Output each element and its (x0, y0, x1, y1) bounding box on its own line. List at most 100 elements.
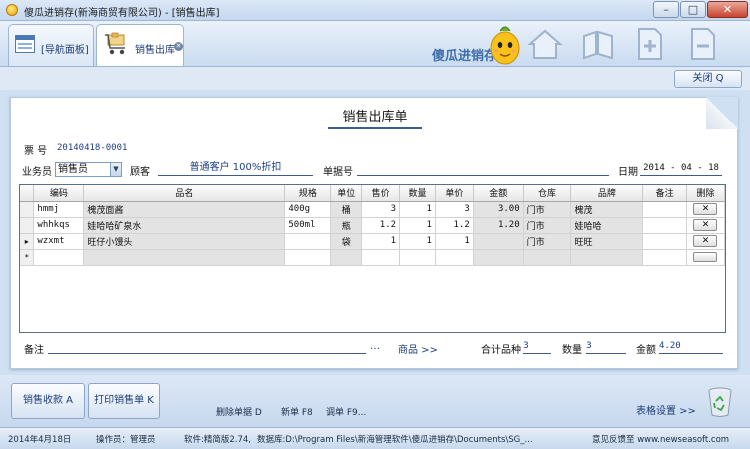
more-button[interactable]: … (370, 341, 380, 352)
tab-sales-outbound[interactable]: 销售出库 ✕ (96, 24, 184, 66)
column-header[interactable]: 单价 (435, 185, 474, 202)
cell-name: 槐茂面酱 (83, 201, 286, 218)
cell-code[interactable]: whhkqs (33, 217, 85, 234)
cell-delete: ✕ (686, 233, 725, 250)
cell-code[interactable]: hmmj (33, 201, 85, 218)
close-window-button[interactable]: ✕ (707, 1, 748, 18)
cell-delete (686, 249, 725, 266)
recycle-bin-icon[interactable] (706, 386, 734, 418)
cell-code[interactable]: wzxmt (33, 233, 85, 250)
delete-row-button[interactable]: ✕ (693, 235, 718, 247)
row-marker[interactable]: ▸ (20, 233, 35, 250)
column-header[interactable]: 备注 (642, 185, 687, 202)
cell-unit (330, 249, 363, 266)
delete-row-button[interactable]: ✕ (693, 203, 718, 215)
cell-spec: 400g (284, 201, 332, 218)
checkout-button[interactable]: 销售收款 A (11, 383, 85, 419)
cell-price[interactable]: 1 (361, 233, 401, 250)
cell-price[interactable]: 3 (361, 201, 401, 218)
table-row[interactable]: hmmj 槐茂面酱 400g 桶 3 1 3 3.00 门市 槐茂 ✕ (20, 201, 725, 218)
date-field[interactable]: 2014 - 04 - 18 (640, 161, 722, 176)
column-header[interactable]: 仓库 (523, 185, 572, 202)
remark-field[interactable] (48, 339, 366, 354)
document-number-label: 单据号 (323, 167, 353, 178)
column-header[interactable]: 金额 (473, 185, 524, 202)
remark-label: 备注 (24, 345, 44, 356)
status-database-path: 数据库:D:\Program Files\新海管理软件\傻瓜进销存\Docume… (257, 435, 533, 445)
tab-navigation-panel[interactable]: [导航面板] (8, 24, 94, 66)
delete-row-button[interactable]: ✕ (693, 219, 718, 231)
row-header-corner (20, 185, 35, 202)
table-row[interactable]: ▸ wzxmt 旺仔小馒头 袋 1 1 1 门市 旺旺 ✕ (20, 233, 725, 250)
cell-delete: ✕ (686, 217, 725, 234)
melon-mascot-logo (490, 26, 520, 65)
salesperson-select[interactable]: 销售员 ▼ (55, 162, 122, 177)
cell-unit-price[interactable]: 1.2 (435, 217, 474, 234)
table-row[interactable]: whhkqs 娃哈哈矿泉水 500ml 瓶 1.2 1 1.2 1.20 门市 … (20, 217, 725, 234)
cell-code[interactable] (33, 249, 85, 266)
bottom-toolbar: 销售收款 A 打印销售单 K 删除单据 D 新单 F8 调单 F9... 表格设… (0, 375, 750, 427)
close-form-button[interactable]: 关闭 Q (674, 70, 742, 88)
remove-page-icon[interactable] (683, 26, 723, 62)
salesperson-value: 销售员 (58, 164, 88, 175)
customer-field[interactable]: 普通客户 100%折扣 (158, 161, 313, 176)
cell-warehouse: 门市 (523, 201, 572, 218)
column-header[interactable]: 数量 (399, 185, 436, 202)
amount-total-label: 金额 (636, 345, 656, 356)
customer-label: 顾客 (130, 167, 150, 178)
add-page-icon[interactable] (630, 26, 670, 62)
document-number-field[interactable] (357, 161, 609, 176)
cell-quantity[interactable]: 1 (399, 233, 436, 250)
table-row-new[interactable]: * (20, 249, 725, 266)
delete-row-button[interactable] (693, 252, 718, 262)
status-operator: 操作员：管理员 (96, 435, 156, 445)
cell-price[interactable] (361, 249, 401, 266)
cell-quantity[interactable] (399, 249, 436, 266)
cell-unit-price[interactable]: 3 (435, 201, 474, 218)
copy-docs-icon[interactable] (578, 26, 618, 62)
cell-warehouse: 门市 (523, 217, 572, 234)
new-document-link[interactable]: 新单 F8 (281, 405, 313, 418)
shopping-cart-icon (105, 32, 125, 55)
cell-note[interactable] (642, 233, 687, 250)
table-settings-link[interactable]: 表格设置 >> (636, 402, 696, 417)
home-icon[interactable] (525, 26, 565, 62)
items-grid[interactable]: 编码 品名 规格 单位 售价 数量 单价 金额 仓库 品牌 备注 删除 hmmj… (19, 184, 726, 333)
column-header[interactable]: 售价 (361, 185, 401, 202)
column-header[interactable]: 删除 (686, 185, 725, 202)
delete-document-link[interactable]: 删除单据 D (216, 405, 262, 418)
row-marker[interactable]: * (20, 249, 35, 266)
print-sales-slip-button[interactable]: 打印销售单 K (88, 383, 160, 419)
cell-note[interactable] (642, 217, 687, 234)
column-header[interactable]: 品名 (83, 185, 286, 202)
column-header[interactable]: 编码 (33, 185, 85, 202)
cell-note[interactable] (642, 249, 687, 266)
minimize-button[interactable]: – (653, 1, 679, 18)
maximize-button[interactable]: □ (680, 1, 706, 18)
items-table: 编码 品名 规格 单位 售价 数量 单价 金额 仓库 品牌 备注 删除 hmmj… (20, 185, 725, 266)
app-icon (6, 4, 18, 16)
column-header[interactable]: 规格 (284, 185, 332, 202)
row-marker[interactable] (20, 217, 35, 234)
row-marker[interactable] (20, 201, 35, 218)
cell-unit: 袋 (330, 233, 363, 250)
navigation-panel-icon (15, 35, 35, 53)
cell-unit-price[interactable]: 1 (435, 233, 474, 250)
cell-spec (284, 233, 332, 250)
cell-unit-price[interactable] (435, 249, 474, 266)
cell-quantity[interactable]: 1 (399, 201, 436, 218)
column-header[interactable]: 品牌 (570, 185, 644, 202)
chevron-down-icon[interactable]: ▼ (110, 163, 121, 176)
column-header[interactable]: 单位 (330, 185, 363, 202)
status-version: 软件:精简版2.74, (184, 435, 251, 445)
cell-warehouse: 门市 (523, 233, 572, 250)
fetch-document-link[interactable]: 调单 F9... (326, 405, 366, 418)
cell-quantity[interactable]: 1 (399, 217, 436, 234)
amount-total-value: 4.20 (659, 339, 723, 354)
goods-link[interactable]: 商品 >> (398, 341, 438, 356)
cell-amount (473, 249, 524, 266)
status-feedback[interactable]: 意见反馈至 www.newseasoft.com (592, 433, 729, 445)
cell-note[interactable] (642, 201, 687, 218)
cell-price[interactable]: 1.2 (361, 217, 401, 234)
tab-close-icon[interactable]: ✕ (174, 42, 183, 51)
